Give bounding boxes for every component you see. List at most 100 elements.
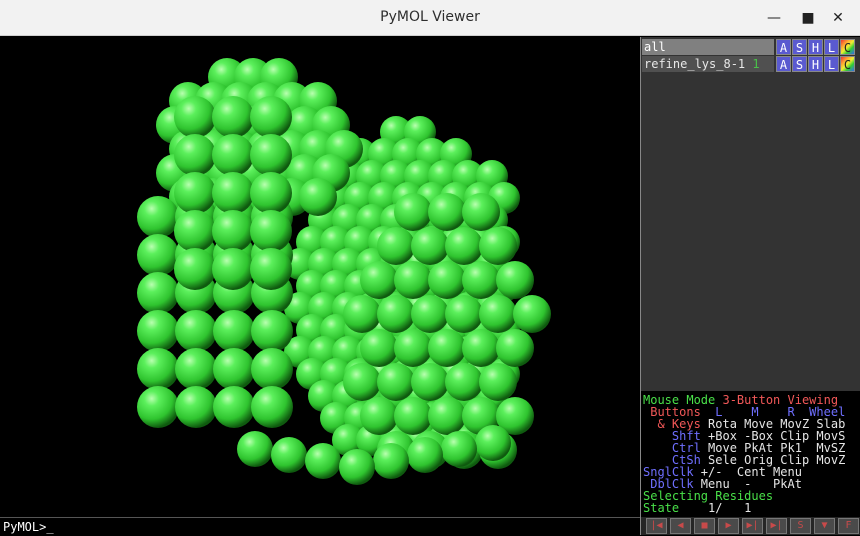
scene-button[interactable]: S: [790, 518, 811, 534]
atom-sphere[interactable]: [496, 261, 534, 299]
atom-sphere[interactable]: [373, 443, 409, 479]
atom-sphere[interactable]: [377, 363, 415, 401]
atom-sphere[interactable]: [411, 363, 449, 401]
atom-sphere[interactable]: [213, 310, 255, 352]
atom-sphere[interactable]: [251, 386, 293, 428]
atom-sphere[interactable]: [137, 272, 179, 314]
atom-sphere[interactable]: [394, 193, 432, 231]
atom-sphere[interactable]: [339, 449, 375, 485]
play-button[interactable]: ▶: [718, 518, 739, 534]
atom-sphere[interactable]: [462, 193, 500, 231]
atom-sphere[interactable]: [250, 210, 292, 252]
atom-sphere[interactable]: [377, 295, 415, 333]
atom-sphere[interactable]: [271, 437, 307, 473]
command-line[interactable]: PyMOL>_: [0, 517, 640, 535]
atom-sphere[interactable]: [251, 310, 293, 352]
color-button[interactable]: C: [840, 56, 855, 72]
atom-sphere[interactable]: [360, 261, 398, 299]
atom-sphere[interactable]: [343, 295, 381, 333]
atom-sphere[interactable]: [137, 310, 179, 352]
atom-sphere[interactable]: [428, 397, 466, 435]
atom-sphere[interactable]: [513, 295, 551, 333]
atom-sphere[interactable]: [479, 363, 517, 401]
window-titlebar: PyMOL Viewer — ■ ✕: [0, 0, 860, 36]
atom-sphere[interactable]: [394, 329, 432, 367]
atom-sphere[interactable]: [250, 248, 292, 290]
atom-sphere[interactable]: [137, 196, 179, 238]
atom-sphere[interactable]: [394, 261, 432, 299]
back-button[interactable]: ◀: [670, 518, 691, 534]
fullscreen-button[interactable]: F: [838, 518, 859, 534]
atom-sphere[interactable]: [251, 348, 293, 390]
atom-sphere[interactable]: [377, 227, 415, 265]
atom-sphere[interactable]: [462, 329, 500, 367]
atom-sphere[interactable]: [174, 248, 216, 290]
atom-sphere[interactable]: [305, 443, 341, 479]
atom-sphere[interactable]: [441, 431, 477, 467]
rewind-button[interactable]: |◀: [646, 518, 667, 534]
atom-sphere[interactable]: [360, 329, 398, 367]
atom-sphere[interactable]: [213, 386, 255, 428]
atom-sphere[interactable]: [137, 348, 179, 390]
movie-controls: |◀ ◀ ■ ▶ ▶| ▶| S ▼ F: [641, 517, 860, 535]
atom-sphere[interactable]: [213, 348, 255, 390]
atom-sphere[interactable]: [479, 227, 517, 265]
atom-sphere[interactable]: [212, 134, 254, 176]
molecule-render[interactable]: [0, 37, 640, 517]
atom-sphere[interactable]: [445, 227, 483, 265]
atom-sphere[interactable]: [475, 425, 511, 461]
label-button[interactable]: L: [824, 39, 839, 55]
atom-sphere[interactable]: [175, 386, 217, 428]
atom-sphere[interactable]: [212, 248, 254, 290]
minimize-icon[interactable]: —: [764, 8, 784, 28]
atom-sphere[interactable]: [250, 96, 292, 138]
atom-sphere[interactable]: [407, 437, 443, 473]
end-button[interactable]: ▶|: [766, 518, 787, 534]
close-icon[interactable]: ✕: [828, 8, 848, 28]
atom-sphere[interactable]: [212, 210, 254, 252]
atom-sphere[interactable]: [462, 261, 500, 299]
atom-sphere[interactable]: [360, 397, 398, 435]
atom-sphere[interactable]: [237, 431, 273, 467]
atom-sphere[interactable]: [428, 329, 466, 367]
atom-sphere[interactable]: [343, 363, 381, 401]
maximize-icon[interactable]: ■: [798, 8, 818, 28]
atom-sphere[interactable]: [445, 363, 483, 401]
action-button[interactable]: A: [776, 56, 791, 72]
label-button[interactable]: L: [824, 56, 839, 72]
show-button[interactable]: S: [792, 56, 807, 72]
color-button[interactable]: C: [840, 39, 855, 55]
stop-button[interactable]: ■: [694, 518, 715, 534]
atom-sphere[interactable]: [137, 234, 179, 276]
atom-sphere[interactable]: [250, 134, 292, 176]
molecule-viewport[interactable]: [0, 37, 640, 517]
atom-sphere[interactable]: [175, 310, 217, 352]
atom-sphere[interactable]: [299, 178, 337, 216]
object-name[interactable]: all: [642, 39, 774, 55]
atom-sphere[interactable]: [212, 172, 254, 214]
atom-sphere[interactable]: [174, 210, 216, 252]
mouse-mode-legend[interactable]: Mouse Mode 3-Button Viewing Buttons L M …: [641, 391, 860, 517]
scene-menu-button[interactable]: ▼: [814, 518, 835, 534]
object-name[interactable]: refine_lys_8-1 1: [642, 56, 774, 72]
forward-button[interactable]: ▶|: [742, 518, 763, 534]
atom-sphere[interactable]: [411, 295, 449, 333]
atom-sphere[interactable]: [428, 193, 466, 231]
show-button[interactable]: S: [792, 39, 807, 55]
atom-sphere[interactable]: [479, 295, 517, 333]
atom-sphere[interactable]: [445, 295, 483, 333]
atom-sphere[interactable]: [175, 348, 217, 390]
atom-sphere[interactable]: [394, 397, 432, 435]
atom-sphere[interactable]: [174, 96, 216, 138]
action-button[interactable]: A: [776, 39, 791, 55]
hide-button[interactable]: H: [808, 56, 823, 72]
atom-sphere[interactable]: [411, 227, 449, 265]
atom-sphere[interactable]: [174, 134, 216, 176]
atom-sphere[interactable]: [250, 172, 292, 214]
atom-sphere[interactable]: [428, 261, 466, 299]
hide-button[interactable]: H: [808, 39, 823, 55]
atom-sphere[interactable]: [137, 386, 179, 428]
atom-sphere[interactable]: [212, 96, 254, 138]
atom-sphere[interactable]: [496, 329, 534, 367]
atom-sphere[interactable]: [174, 172, 216, 214]
